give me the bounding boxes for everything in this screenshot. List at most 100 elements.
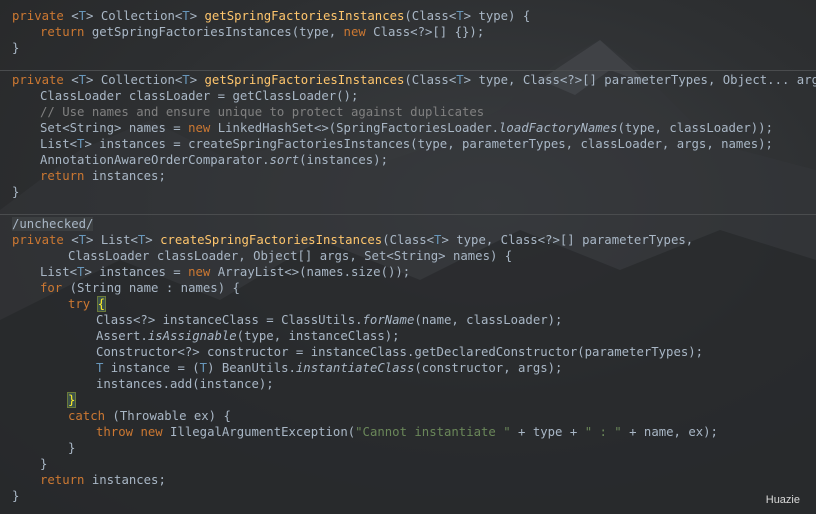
code-line[interactable]: catch (Throwable ex) { (68, 408, 231, 424)
code-token: sort (269, 153, 300, 167)
code-token: (Class< (404, 9, 457, 23)
keyword-token: new (140, 425, 163, 439)
code-token: > (189, 9, 205, 23)
keyword-token: private (12, 9, 64, 23)
code-token: ClassLoader classLoader = getClassLoader… (40, 89, 359, 103)
code-token: } (12, 185, 20, 199)
code-token: instance = ( (103, 361, 200, 375)
code-line[interactable]: } (68, 440, 75, 456)
code-token: T (182, 9, 190, 23)
code-line[interactable]: T instance = (T) BeanUtils.instantiateCl… (96, 360, 562, 376)
code-line[interactable]: } (12, 488, 19, 504)
code-line[interactable]: List<T> instances = createSpringFactorie… (40, 136, 773, 152)
code-token: T (78, 9, 87, 23)
code-token: } (40, 457, 48, 471)
code-line[interactable]: instances.add(instance); (96, 376, 274, 392)
code-line[interactable]: return instances; (40, 472, 166, 488)
matched-brace-highlight: { (96, 296, 107, 312)
code-editor[interactable]: private <T> Collection<T> getSpringFacto… (0, 0, 816, 514)
keyword-token: catch (68, 409, 106, 423)
code-token: > type) { (463, 9, 531, 23)
code-line[interactable]: // Use names and ensure unique to protec… (40, 104, 484, 120)
code-line[interactable]: private <T> List<T> createSpringFactorie… (12, 232, 693, 248)
code-line[interactable]: Assert.isAssignable(type, instanceClass)… (96, 328, 400, 344)
code-line[interactable]: Class<?> instanceClass = ClassUtils.forN… (96, 312, 562, 328)
code-line[interactable]: } (12, 40, 19, 56)
code-token: ArrayList<>(names.size()); (210, 265, 411, 279)
code-token: (type, classLoader)); (617, 121, 773, 135)
code-line[interactable]: private <T> Collection<T> getSpringFacto… (12, 72, 816, 88)
code-token: T (182, 73, 190, 87)
code-token: (Class< (404, 73, 457, 87)
keyword-token: private (12, 73, 64, 87)
code-token: > instances = (84, 265, 189, 279)
code-token: AnnotationAwareOrderComparator. (40, 153, 270, 167)
code-token: getSpringFactoriesInstances(type, (84, 25, 344, 39)
code-token: Set<String> names = (40, 121, 189, 135)
code-token: LinkedHashSet<>(SpringFactoriesLoader. (210, 121, 500, 135)
annotation-text: /unchecked/ (12, 217, 94, 231)
code-line[interactable]: AnnotationAwareOrderComparator.sort(inst… (40, 152, 388, 168)
code-token: T (199, 361, 208, 375)
code-line[interactable]: List<T> instances = new ArrayList<>(name… (40, 264, 410, 280)
code-token: T (456, 73, 464, 87)
code-line[interactable]: try { (68, 296, 107, 312)
code-token: Assert. (96, 329, 148, 343)
code-token: getSpringFactoriesInstances (204, 73, 405, 87)
code-token: > (145, 233, 161, 247)
code-line[interactable]: for (String name : names) { (40, 280, 240, 296)
watermark-text: Huazie (765, 494, 800, 506)
code-line[interactable]: return instances; (40, 168, 166, 184)
code-token: List< (40, 265, 78, 279)
code-token: instances; (84, 169, 166, 183)
code-token: > (189, 73, 205, 87)
code-token: instances.add(instance); (96, 377, 274, 391)
code-line[interactable]: ClassLoader classLoader = getClassLoader… (40, 88, 358, 104)
keyword-token: new (188, 121, 211, 135)
code-line[interactable]: ClassLoader classLoader, Object[] args, … (68, 248, 512, 264)
code-token: (Throwable ex) { (105, 409, 231, 423)
code-token: isAssignable (147, 329, 237, 343)
string-literal: " : " (584, 425, 622, 439)
code-token: IllegalArgumentException( (162, 425, 356, 439)
code-token: createSpringFactoriesInstances (160, 233, 383, 247)
code-line[interactable]: private <T> Collection<T> getSpringFacto… (12, 8, 530, 24)
code-line[interactable]: /unchecked/ (12, 216, 94, 232)
code-token: > type, Class<?>[] parameterTypes, (441, 233, 694, 247)
keyword-token: return (40, 25, 85, 39)
keyword-token: throw (96, 425, 134, 439)
code-token: > Collection< (86, 73, 183, 87)
code-line[interactable]: Constructor<?> constructor = instanceCla… (96, 344, 703, 360)
code-token: > type, Class<?>[] parameterTypes, Objec… (463, 73, 816, 87)
code-token: ClassLoader classLoader, Object[] args, … (68, 249, 513, 263)
code-token: } (12, 489, 20, 503)
method-separator (0, 70, 816, 71)
code-token: (constructor, args); (414, 361, 563, 375)
code-token: loadFactoryNames (499, 121, 618, 135)
string-literal: "Cannot instantiate " (355, 425, 511, 439)
method-separator (0, 214, 816, 215)
code-line[interactable]: Set<String> names = new LinkedHashSet<>(… (40, 120, 773, 136)
code-token: ) BeanUtils. (207, 361, 296, 375)
code-token: (String name : names) { (62, 281, 240, 295)
code-line[interactable]: } (66, 392, 77, 408)
code-line[interactable]: throw new IllegalArgumentException("Cann… (96, 424, 718, 440)
code-token: Constructor<?> constructor = instanceCla… (96, 345, 704, 359)
keyword-token: private (12, 233, 64, 247)
code-token: forName (362, 313, 415, 327)
code-token: > Collection< (86, 9, 183, 23)
code-token: (Class< (382, 233, 435, 247)
keyword-token: for (40, 281, 63, 295)
matched-brace-highlight: } (66, 392, 77, 408)
code-token: + type + (510, 425, 585, 439)
code-token: < (63, 233, 79, 247)
code-token: } (68, 441, 76, 455)
code-line[interactable]: } (40, 456, 47, 472)
code-token: T (78, 233, 87, 247)
code-line[interactable]: } (12, 184, 19, 200)
code-line[interactable]: return getSpringFactoriesInstances(type,… (40, 24, 484, 40)
keyword-token: try (68, 297, 91, 311)
code-token: < (63, 73, 79, 87)
code-token: Class<?> instanceClass = ClassUtils. (96, 313, 363, 327)
